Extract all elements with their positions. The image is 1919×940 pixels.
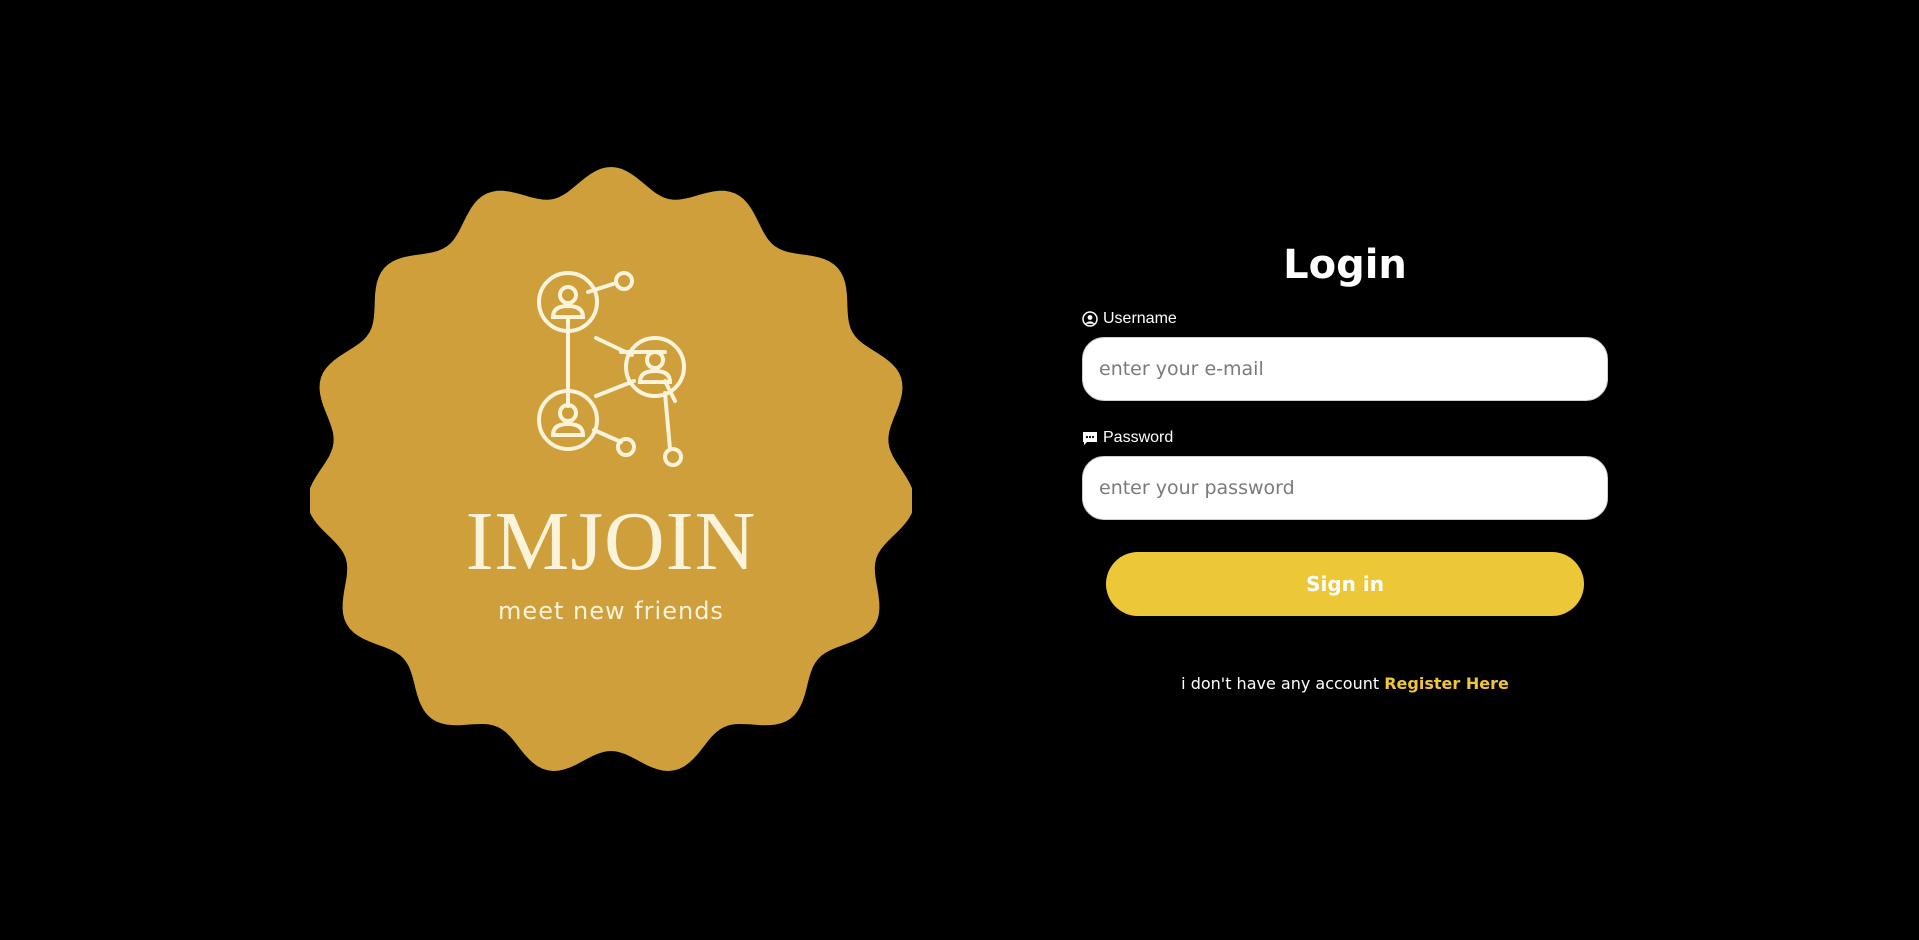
message-icon: [1083, 432, 1097, 445]
login-form: Login Username Password Sign in i don't …: [1082, 236, 1608, 693]
sign-in-button[interactable]: Sign in: [1106, 552, 1584, 616]
password-label-text: Password: [1103, 429, 1174, 446]
username-label-text: Username: [1103, 310, 1177, 327]
register-prompt-text: i don't have any account: [1181, 674, 1380, 693]
register-prompt: i don't have any account Register Here: [1082, 674, 1608, 693]
password-label: Password: [1082, 427, 1608, 449]
brand-logo: IMJOIN meet new friends: [310, 165, 912, 775]
email-field[interactable]: [1082, 337, 1608, 401]
brand-wordmark: IMJOIN: [465, 495, 757, 588]
page-title: Login: [1283, 242, 1407, 288]
brand-tagline: meet new friends: [498, 597, 724, 625]
username-label: Username: [1082, 308, 1608, 330]
user-circle-icon: [1082, 311, 1098, 327]
register-link[interactable]: Register Here: [1384, 674, 1509, 693]
password-field[interactable]: [1082, 456, 1608, 520]
badge-shape: [310, 167, 912, 771]
login-page: IMJOIN meet new friends Login Username P…: [0, 0, 1919, 940]
